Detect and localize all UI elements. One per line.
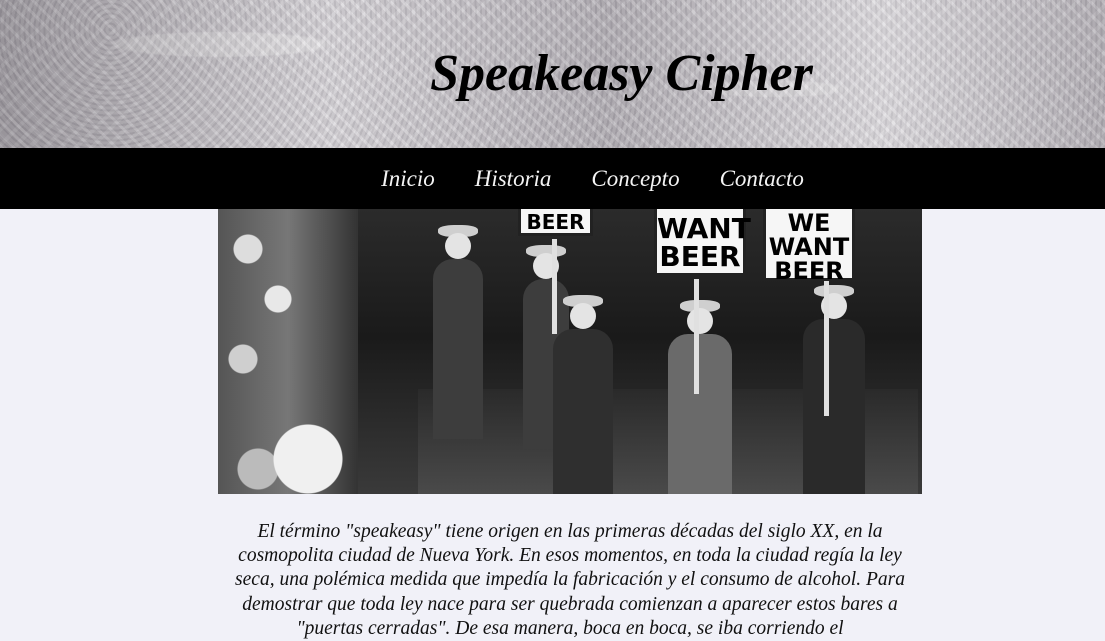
- intro-paragraph: El término "speakeasy" tiene origen en l…: [235, 521, 905, 639]
- protest-sign-text: WANT BEER: [657, 212, 751, 273]
- protest-sign: WE WANT BEER: [763, 209, 855, 283]
- site-title: Speakeasy Cipher: [430, 45, 813, 102]
- site-header: Speakeasy Cipher: [0, 0, 1105, 148]
- marcher-figure: [433, 225, 483, 439]
- nav-link-contacto[interactable]: Contacto: [720, 166, 804, 192]
- protest-sign: WANT BEER: [654, 209, 751, 276]
- nav-link-inicio[interactable]: Inicio: [381, 166, 435, 192]
- protest-sign-text: BEER: [526, 210, 585, 234]
- sign-pole: [694, 279, 699, 394]
- nav-link-concepto[interactable]: Concepto: [591, 166, 679, 192]
- marcher-figure: [803, 285, 865, 494]
- protest-sign-text: WE WANT BEER: [768, 209, 850, 285]
- crowd-illustration: [218, 209, 358, 494]
- sign-pole: [552, 239, 557, 334]
- marcher-figure: [668, 300, 732, 494]
- main-nav: Inicio Historia Concepto Contacto: [0, 148, 1105, 209]
- sign-pole: [824, 281, 829, 416]
- hero-image: BEER WANT BEER WE WANT BEER: [218, 209, 922, 494]
- marcher-figure: [553, 295, 613, 494]
- nav-link-historia[interactable]: Historia: [475, 166, 552, 192]
- protest-sign: BEER: [518, 209, 593, 236]
